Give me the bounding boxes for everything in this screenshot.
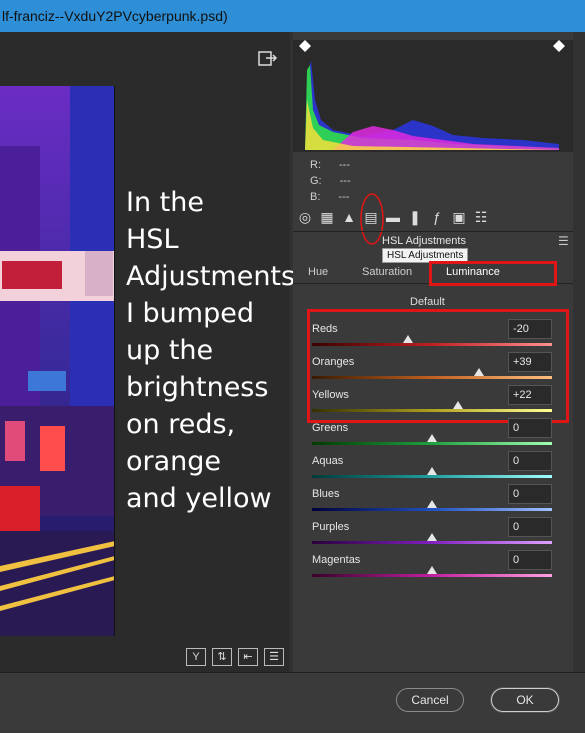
annotation-line: In the [126,187,204,218]
luminance-highlight-box [429,261,557,286]
rgb-readout: R: --- G: --- B: --- [310,157,351,205]
swap-settings-icon[interactable]: ⇅ [212,648,232,666]
slider-label-purples: Purples [312,521,350,533]
annotation-line: on reds, [126,409,236,440]
g-value: --- [339,175,351,187]
basic-icon[interactable]: ◎ [296,208,314,226]
slider-label-oranges: Oranges [312,356,355,368]
panel-menu-icon[interactable]: ☰ [558,234,569,248]
before-after-y-button[interactable]: Y [186,648,206,666]
slider-track-oranges[interactable] [312,376,552,379]
b-label: B: [310,191,321,203]
export-icon[interactable] [258,50,278,68]
panel-title: HSL Adjustments [382,235,466,247]
slider-track-yellows[interactable] [312,409,552,412]
slider-thumb-blues[interactable] [427,500,437,508]
annotation-line: HSL [126,224,179,255]
camera-calibration-icon[interactable]: ▣ [450,208,468,226]
copy-settings-icon[interactable]: ⇤ [238,648,258,666]
cancel-button[interactable]: Cancel [396,688,464,712]
slider-track-greens[interactable] [312,442,552,445]
b-value: --- [338,191,350,203]
preview-image [0,86,115,636]
annotation-line: orange [126,446,222,477]
slider-value-greens[interactable]: 0 [508,418,552,438]
slider-label-blues: Blues [312,488,340,500]
slider-track-aquas[interactable] [312,475,552,478]
slider-value-reds[interactable]: -20 [508,319,552,339]
slider-thumb-aquas[interactable] [427,467,437,475]
slider-thumb-oranges[interactable] [473,368,484,376]
annotation-line: Adjustments [126,261,296,292]
slider-label-greens: Greens [312,422,349,434]
presets-icon[interactable]: ☷ [472,208,490,226]
window-title: lf-franciz--VxduY2PVcyberpunk.psd) [0,0,585,32]
slider-thumb-purples[interactable] [427,533,437,541]
preview-toolbar: Y ⇅ ⇤ ☰ [186,648,284,666]
annotation-text: In the HSL Adjustments I bumped up the b… [126,184,296,517]
slider-track-reds[interactable] [312,343,552,346]
r-value: --- [339,159,350,171]
slider-label-yellows: Yellows [312,389,349,401]
r-label: R: [310,159,321,171]
tone-curve-icon[interactable]: ▦ [318,208,336,226]
slider-value-yellows[interactable]: +22 [508,385,552,405]
preview-preferences-icon[interactable]: ☰ [264,648,284,666]
annotation-line: up the [126,335,214,366]
ok-button[interactable]: OK [491,688,559,712]
slider-track-blues[interactable] [312,508,552,511]
slider-track-magentas[interactable] [312,574,552,577]
slider-thumb-magentas[interactable] [427,566,437,574]
tab-saturation[interactable]: Saturation [362,266,412,278]
slider-value-purples[interactable]: 0 [508,517,552,537]
default-button[interactable]: Default [410,296,445,308]
panel-toolbar: ◎ ▦ ▲ ▤ ▬ ❚ ƒ ▣ ☷ [296,208,490,226]
slider-label-magentas: Magentas [312,554,361,566]
slider-track-purples[interactable] [312,541,552,544]
tab-hue[interactable]: Hue [308,266,328,278]
annotation-line: I bumped [126,298,254,329]
effects-icon[interactable]: ƒ [428,208,446,226]
detail-icon[interactable]: ▲ [340,208,358,226]
slider-value-magentas[interactable]: 0 [508,550,552,570]
slider-label-aquas: Aquas [312,455,344,467]
slider-label-reds: Reds [312,323,338,335]
slider-thumb-greens[interactable] [427,434,437,442]
slider-value-blues[interactable]: 0 [508,484,552,504]
slider-thumb-yellows[interactable] [453,401,464,409]
slider-value-aquas[interactable]: 0 [508,451,552,471]
lens-corrections-icon[interactable]: ❚ [406,208,424,226]
slider-value-oranges[interactable]: +39 [508,352,552,372]
histogram [293,40,573,152]
annotation-line: brightness [126,372,269,403]
slider-thumb-reds[interactable] [403,335,413,343]
annotation-line: and yellow [126,483,272,514]
g-label: G: [310,175,322,187]
